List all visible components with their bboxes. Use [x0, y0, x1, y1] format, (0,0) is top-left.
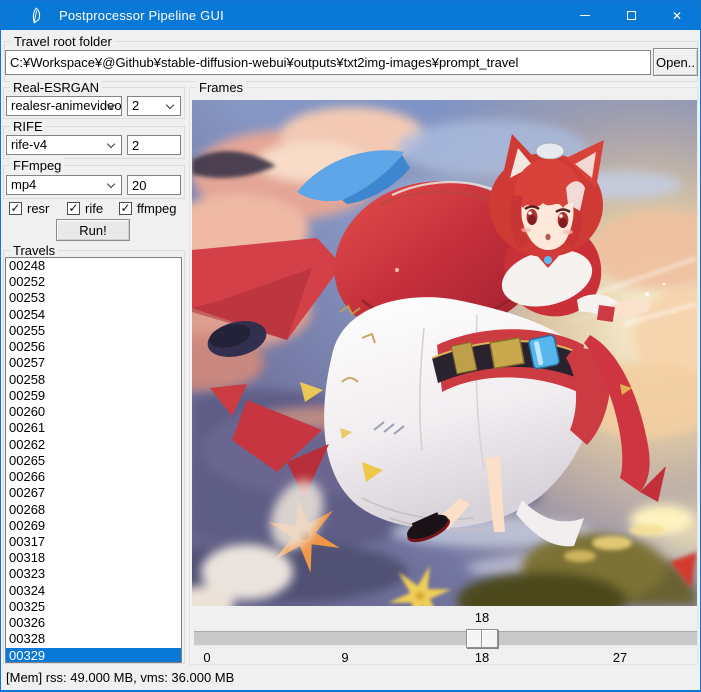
- title-bar: Postprocessor Pipeline GUI ✕: [1, 1, 700, 30]
- travel-list-item[interactable]: 00258: [6, 372, 181, 388]
- travel-list-item[interactable]: 00268: [6, 502, 181, 518]
- travel-list-item[interactable]: 00259: [6, 388, 181, 404]
- ffmpeg-label: FFmpeg: [10, 158, 64, 173]
- app-feather-icon: [28, 7, 43, 24]
- ffmpeg-fps-input[interactable]: [127, 175, 181, 195]
- travel-list-item[interactable]: 00324: [6, 583, 181, 599]
- realesrgan-scale-combobox[interactable]: 2: [127, 96, 181, 116]
- travel-list-item[interactable]: 00325: [6, 599, 181, 615]
- slider-tick-18: 18: [460, 650, 504, 665]
- checkmark-icon: ✓: [120, 202, 130, 214]
- slider-value-label: 18: [432, 610, 532, 625]
- rife-model-combobox[interactable]: rife-v4: [6, 135, 122, 155]
- realesrgan-model-value: realesr-animevideo: [11, 98, 122, 113]
- status-bar: [Mem] rss: 49.000 MB, vms: 36.000 MB: [1, 665, 700, 690]
- resr-checkbox[interactable]: ✓ resr: [9, 201, 49, 216]
- travel-list-item[interactable]: 00260: [6, 404, 181, 420]
- realesrgan-model-combobox[interactable]: realesr-animevideo: [6, 96, 122, 116]
- travel-list-item[interactable]: 00257: [6, 355, 181, 371]
- slider-tick-27: 27: [598, 650, 642, 665]
- run-button[interactable]: Run!: [56, 219, 130, 241]
- travel-list-item[interactable]: 00253: [6, 290, 181, 306]
- checkbox-box: ✓: [67, 202, 80, 215]
- realesrgan-scale-value: 2: [132, 98, 139, 113]
- chevron-down-icon: [107, 180, 115, 188]
- open-button[interactable]: Open..: [653, 48, 698, 76]
- realesrgan-label: Real-ESRGAN: [10, 80, 102, 95]
- travel-list-item[interactable]: 00326: [6, 615, 181, 631]
- travel-list-item[interactable]: 00262: [6, 437, 181, 453]
- travel-list-item[interactable]: 00256: [6, 339, 181, 355]
- app-window: Postprocessor Pipeline GUI ✕ Travel root…: [0, 0, 701, 692]
- ffmpeg-checkbox[interactable]: ✓ ffmpeg: [119, 201, 177, 216]
- travels-listbox[interactable]: 0024800252002530025400255002560025700258…: [5, 257, 182, 663]
- resr-checkbox-label: resr: [27, 201, 49, 216]
- travel-list-item[interactable]: 00329: [6, 648, 181, 663]
- close-button[interactable]: ✕: [654, 1, 700, 30]
- travel-list-item[interactable]: 00261: [6, 420, 181, 436]
- travel-list-item[interactable]: 00318: [6, 550, 181, 566]
- slider-tick-9: 9: [323, 650, 367, 665]
- window-controls: ✕: [562, 1, 700, 30]
- rife-checkbox[interactable]: ✓ rife: [67, 201, 103, 216]
- slider-tick-0: 0: [185, 650, 229, 665]
- travel-list-item[interactable]: 00266: [6, 469, 181, 485]
- close-icon: ✕: [672, 10, 682, 22]
- rife-model-value: rife-v4: [11, 137, 47, 152]
- frames-label: Frames: [196, 80, 246, 95]
- travel-list-item[interactable]: 00265: [6, 453, 181, 469]
- chevron-down-icon: [107, 140, 115, 148]
- travel-list-item[interactable]: 00252: [6, 274, 181, 290]
- travels-label: Travels: [10, 243, 58, 258]
- slider-trough[interactable]: [194, 631, 697, 646]
- travel-root-label: Travel root folder: [11, 34, 115, 49]
- maximize-icon: [627, 11, 636, 20]
- ffmpeg-checkbox-label: ffmpeg: [137, 201, 177, 216]
- travel-list-item[interactable]: 00267: [6, 485, 181, 501]
- maximize-button[interactable]: [608, 1, 654, 30]
- travel-list-item[interactable]: 00248: [6, 258, 181, 274]
- checkmark-icon: ✓: [10, 202, 20, 214]
- rife-checkbox-label: rife: [85, 201, 103, 216]
- frame-image: [192, 100, 697, 606]
- travel-list-item[interactable]: 00254: [6, 307, 181, 323]
- travel-list-item[interactable]: 00323: [6, 566, 181, 582]
- checkbox-box: ✓: [119, 202, 132, 215]
- checkmark-icon: ✓: [68, 202, 78, 214]
- ffmpeg-format-combobox[interactable]: mp4: [6, 175, 122, 195]
- slider-handle[interactable]: [466, 629, 498, 648]
- travel-list-item[interactable]: 00269: [6, 518, 181, 534]
- minimize-button[interactable]: [562, 1, 608, 30]
- window-title: Postprocessor Pipeline GUI: [59, 8, 224, 23]
- rife-label: RIFE: [10, 119, 46, 134]
- chevron-down-icon: [166, 101, 174, 109]
- memory-status-text: [Mem] rss: 49.000 MB, vms: 36.000 MB: [6, 670, 234, 685]
- travel-root-path-input[interactable]: [5, 50, 651, 75]
- minimize-icon: [580, 15, 590, 16]
- anime-illustration: [192, 100, 697, 606]
- travel-list-item[interactable]: 00255: [6, 323, 181, 339]
- rife-value-input[interactable]: [127, 135, 181, 155]
- travel-list-item[interactable]: 00317: [6, 534, 181, 550]
- ffmpeg-format-value: mp4: [11, 177, 36, 192]
- checkbox-box: ✓: [9, 202, 22, 215]
- travel-list-item[interactable]: 00328: [6, 631, 181, 647]
